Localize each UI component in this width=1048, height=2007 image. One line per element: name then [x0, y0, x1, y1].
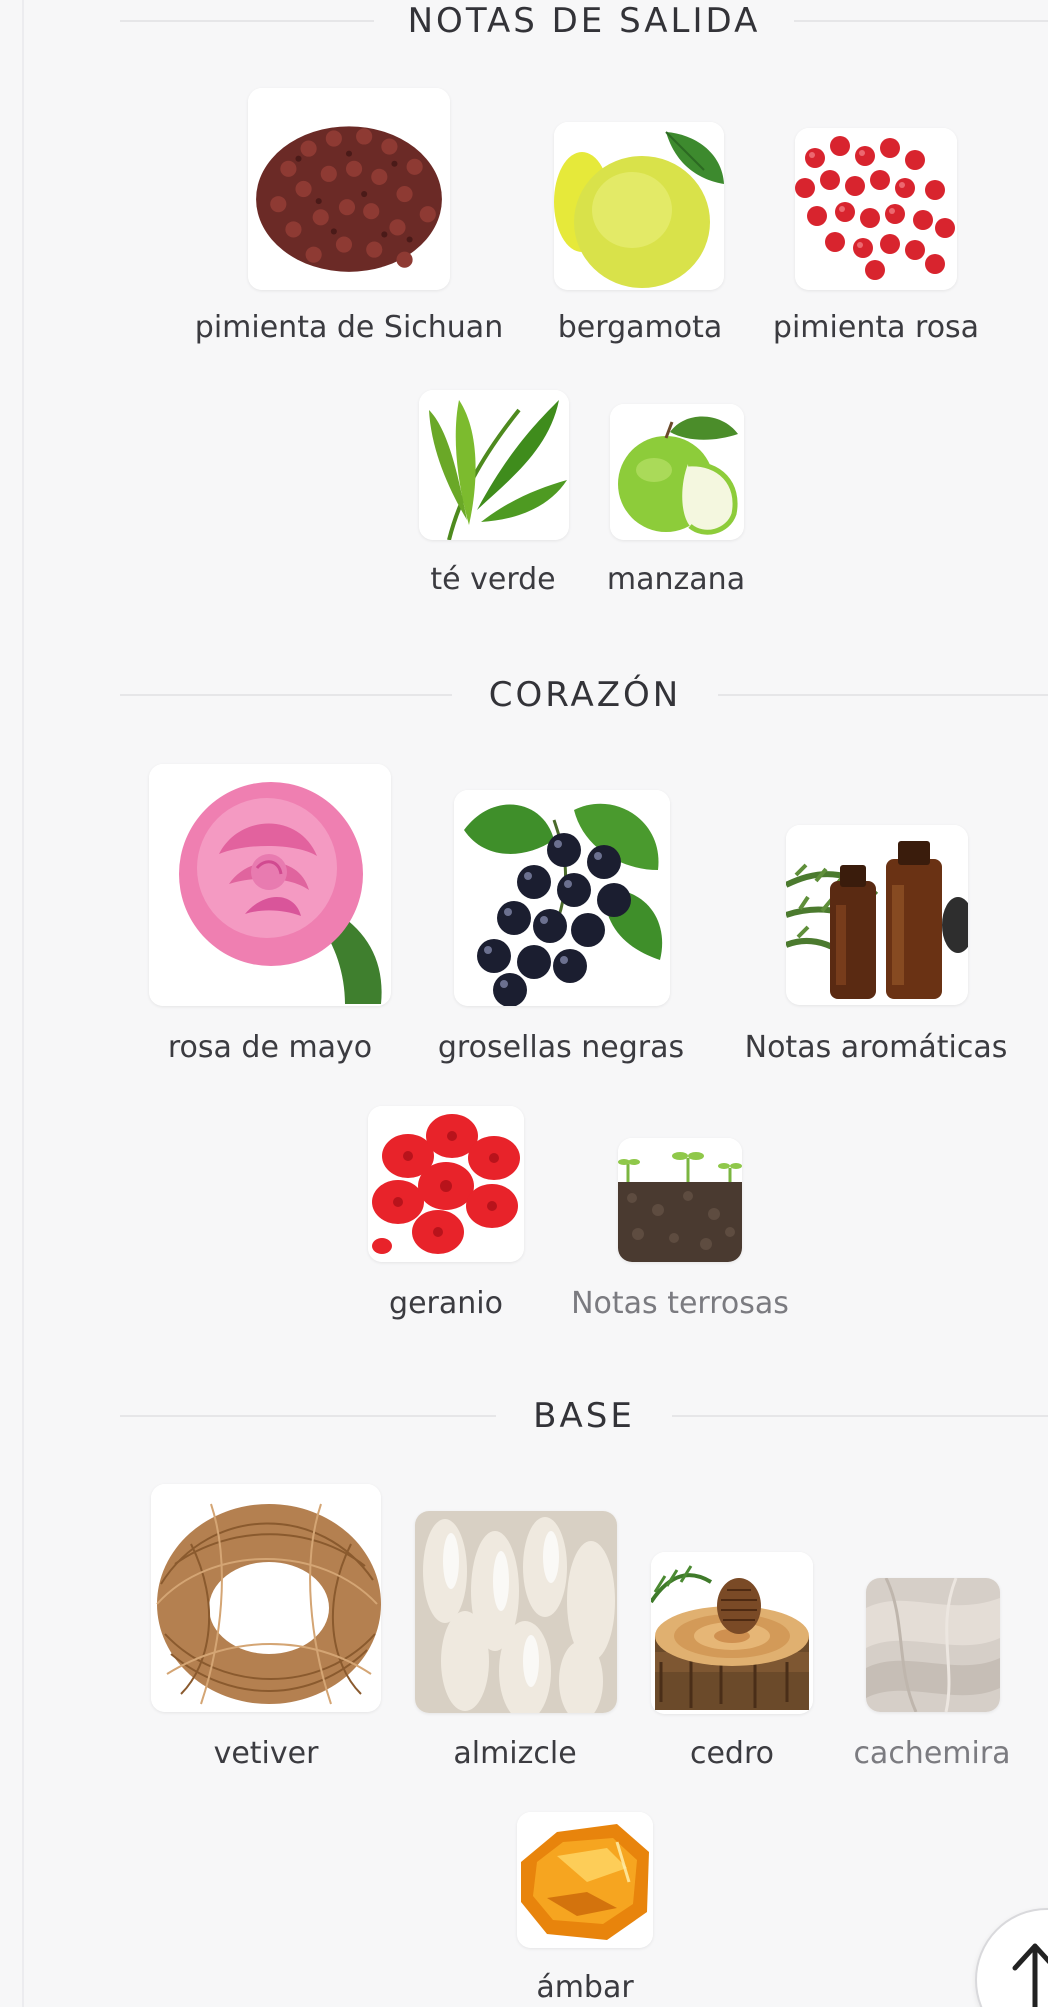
note-musk[interactable] — [415, 1511, 617, 1713]
cashmere-image — [866, 1578, 1000, 1712]
note-geranium[interactable] — [368, 1106, 524, 1262]
note-pink-pepper[interactable] — [795, 128, 957, 290]
cedar-image — [651, 1552, 813, 1714]
left-edge-divider — [22, 0, 24, 2007]
note-label-bergamot[interactable]: bergamota — [558, 310, 722, 345]
note-label-sichuan-pepper[interactable]: pimienta de Sichuan — [195, 310, 503, 345]
note-label-cedar[interactable]: cedro — [690, 1736, 774, 1771]
note-aromatic[interactable] — [786, 825, 968, 1005]
note-label-cashmere[interactable]: cachemira — [853, 1736, 1010, 1771]
note-label-vetiver[interactable]: vetiver — [214, 1736, 319, 1771]
note-label-musk[interactable]: almizcle — [453, 1736, 576, 1771]
section-title-base-notes: BASE — [496, 1381, 672, 1451]
note-sichuan-pepper[interactable] — [248, 88, 450, 290]
fragrance-notes-page: NOTAS DE SALIDA pimienta de Sichuan berg… — [0, 0, 1048, 2007]
note-earthy[interactable] — [618, 1138, 742, 1262]
scroll-to-top-button[interactable] — [975, 1908, 1048, 2007]
section-title-top-notes: NOTAS DE SALIDA — [374, 0, 794, 56]
note-bergamot[interactable] — [554, 122, 724, 290]
note-label-geranium[interactable]: geranio — [389, 1286, 503, 1321]
note-blackcurrant[interactable] — [454, 790, 670, 1006]
note-cedar[interactable] — [651, 1552, 813, 1714]
rose-image — [149, 764, 391, 1006]
apple-image — [610, 404, 744, 540]
note-label-earthy[interactable]: Notas terrosas — [571, 1286, 789, 1321]
musk-image — [415, 1511, 617, 1713]
note-label-aromatic[interactable]: Notas aromáticas — [745, 1030, 1008, 1065]
note-may-rose[interactable] — [149, 764, 391, 1006]
section-header-top-notes: NOTAS DE SALIDA — [120, 0, 1048, 56]
pink-pepper-image — [795, 128, 957, 290]
note-green-tea[interactable] — [419, 390, 569, 540]
amber-image — [517, 1812, 653, 1948]
note-apple[interactable] — [610, 404, 744, 540]
vetiver-image — [151, 1484, 381, 1712]
geranium-image — [368, 1106, 524, 1262]
note-label-amber[interactable]: ámbar — [536, 1970, 633, 2005]
bergamot-image — [554, 122, 724, 290]
aromatic-oils-image — [786, 825, 968, 1005]
note-label-pink-pepper[interactable]: pimienta rosa — [773, 310, 979, 345]
note-label-apple[interactable]: manzana — [607, 562, 745, 597]
blackcurrant-image — [454, 790, 670, 1006]
note-label-blackcurrant[interactable]: grosellas negras — [438, 1030, 684, 1065]
note-cashmere[interactable] — [866, 1578, 1000, 1712]
section-title-heart-notes: CORAZÓN — [452, 660, 718, 730]
green-tea-image — [419, 390, 569, 540]
note-label-may-rose[interactable]: rosa de mayo — [168, 1030, 372, 1065]
arrow-up-icon — [1012, 1943, 1048, 2007]
note-label-green-tea[interactable]: té verde — [430, 562, 555, 597]
soil-image — [618, 1138, 742, 1262]
note-amber[interactable] — [517, 1812, 653, 1948]
note-vetiver[interactable] — [151, 1484, 381, 1712]
section-header-heart-notes: CORAZÓN — [120, 660, 1048, 730]
sichuan-pepper-image — [248, 88, 450, 290]
section-header-base-notes: BASE — [120, 1381, 1048, 1451]
